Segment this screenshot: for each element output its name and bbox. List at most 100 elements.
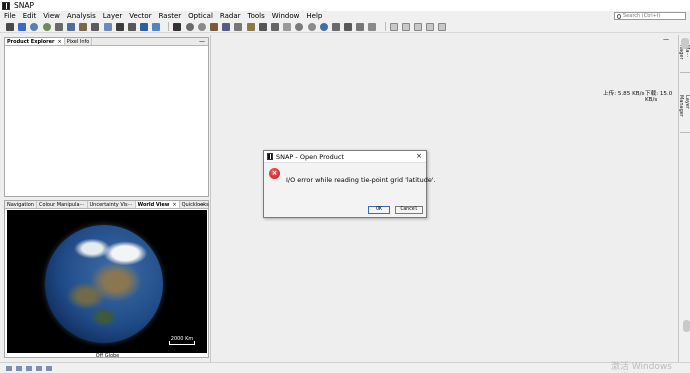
- draw-polyline-icon[interactable]: [270, 22, 279, 31]
- right-scrollbar-knob[interactable]: [683, 320, 690, 332]
- title-bar: SNAP: [0, 0, 690, 11]
- close-all-icon[interactable]: [438, 22, 447, 31]
- tile-horizontal-icon[interactable]: [389, 22, 398, 31]
- status-icon[interactable]: [46, 366, 52, 371]
- search-input[interactable]: [623, 13, 685, 19]
- close-icon[interactable]: ×: [58, 39, 62, 45]
- draw-ellipse-icon[interactable]: [307, 22, 316, 31]
- subset-icon[interactable]: [79, 22, 88, 31]
- tab-layer-manager[interactable]: Layer Manager: [678, 93, 690, 133]
- pin-tool-icon[interactable]: [210, 22, 218, 31]
- refresh-icon[interactable]: [30, 22, 39, 31]
- dialog-title: SNAP - Open Product: [276, 152, 344, 161]
- tab-label: Pixel Info: [66, 39, 90, 45]
- save-icon[interactable]: [18, 22, 27, 31]
- menu-file[interactable]: File: [0, 11, 19, 21]
- tab-label: World View: [137, 202, 170, 208]
- close-icon[interactable]: ×: [172, 202, 176, 208]
- scatter-plot-icon[interactable]: [368, 22, 377, 31]
- draw-rectangle-icon[interactable]: [283, 22, 292, 31]
- tab-uncertainty-visualisation[interactable]: Uncertainty Vis⋯: [88, 201, 136, 208]
- menu-help[interactable]: Help: [302, 11, 325, 21]
- statistics-icon[interactable]: [127, 22, 136, 31]
- snap-application-window: SNAP File Edit View Analysis Layer Vecto…: [0, 0, 690, 373]
- status-icon[interactable]: [26, 366, 32, 371]
- menu-optical[interactable]: Optical: [184, 11, 216, 21]
- graph-builder-icon[interactable]: [54, 22, 63, 31]
- tile-vertical-icon[interactable]: [401, 22, 410, 31]
- snap-logo-icon: [267, 153, 273, 160]
- dem-icon[interactable]: [103, 22, 112, 31]
- pan-tool-icon[interactable]: [185, 22, 194, 31]
- open-product-icon[interactable]: [6, 22, 14, 31]
- magic-wand-icon[interactable]: [246, 22, 255, 31]
- world-view-tabstrip: Navigation Colour Manipula⋯ Uncertainty …: [5, 201, 212, 209]
- cursor-position-label: Off Globe: [95, 353, 120, 359]
- status-icon[interactable]: [36, 366, 42, 371]
- draw-polygon-icon[interactable]: [295, 22, 304, 31]
- menu-analysis[interactable]: Analysis: [63, 11, 99, 21]
- toolbar-separator: [168, 22, 170, 31]
- open-product-error-dialog: SNAP - Open Product × × I/O error while …: [263, 150, 436, 218]
- product-library-icon[interactable]: [42, 22, 51, 31]
- cancel-button[interactable]: Cancel: [395, 206, 423, 214]
- world-view-panel: Navigation Colour Manipula⋯ Uncertainty …: [4, 200, 212, 359]
- tab-world-view[interactable]: World View ×: [135, 201, 180, 208]
- error-message: I/O error while reading tie-point grid '…: [286, 176, 436, 184]
- band-maths-icon[interactable]: [91, 22, 100, 31]
- range-finder-icon[interactable]: [234, 22, 243, 31]
- draw-line-icon[interactable]: [258, 22, 267, 31]
- tab-label: Colour Manipula⋯: [38, 202, 85, 208]
- menu-radar[interactable]: Radar: [216, 11, 244, 21]
- snap-logo-icon: [2, 1, 10, 10]
- tab-navigation[interactable]: Navigation: [5, 201, 37, 208]
- menu-vector[interactable]: Vector: [125, 11, 154, 21]
- menu-window[interactable]: Window: [268, 11, 303, 21]
- histogram-icon[interactable]: [115, 22, 124, 31]
- product-explorer-panel: Product Explorer × Pixel Info —: [4, 37, 209, 197]
- profile-icon[interactable]: [356, 22, 365, 31]
- batch-icon[interactable]: [66, 22, 75, 31]
- tab-colour-manipulation[interactable]: Colour Manipula⋯: [37, 201, 88, 208]
- world-map-icon[interactable]: [319, 22, 328, 31]
- earth-globe-icon[interactable]: [45, 225, 163, 343]
- main-toolbar: [0, 21, 690, 33]
- roi-icon[interactable]: [152, 22, 161, 31]
- status-icon[interactable]: [6, 366, 12, 371]
- tab-product-explorer[interactable]: Product Explorer ×: [5, 38, 65, 45]
- tile-evenly-icon[interactable]: [414, 22, 422, 31]
- windows-activation-watermark: 激活 Windows: [610, 362, 672, 372]
- cascade-icon[interactable]: [426, 22, 435, 31]
- product-explorer-tabstrip: Product Explorer × Pixel Info —: [5, 38, 208, 46]
- minimize-icon[interactable]: —: [199, 201, 205, 208]
- right-scrollbar-thumb[interactable]: [681, 38, 689, 49]
- search-box[interactable]: [614, 12, 686, 20]
- error-icon: ×: [269, 168, 280, 179]
- minimize-icon[interactable]: —: [663, 36, 669, 43]
- menu-raster[interactable]: Raster: [155, 11, 185, 21]
- scale-bar: [169, 341, 195, 345]
- menu-edit[interactable]: Edit: [19, 11, 40, 21]
- layer-icon[interactable]: [140, 22, 149, 31]
- tab-pixel-info[interactable]: Pixel Info: [65, 38, 93, 45]
- spectrum-icon[interactable]: [344, 22, 353, 31]
- tab-label: Uncertainty Vis⋯: [89, 202, 133, 208]
- search-icon: [617, 13, 621, 19]
- menu-view[interactable]: View: [39, 11, 63, 21]
- time-series-icon[interactable]: [331, 22, 340, 31]
- tab-label: Product Explorer: [7, 39, 55, 45]
- toolbar-separator: [384, 22, 386, 31]
- close-icon[interactable]: ×: [416, 152, 422, 160]
- world-view-canvas[interactable]: 2000 Km: [7, 210, 207, 353]
- right-side-panel-strip: Ma⋯nager Layer Manager: [678, 35, 690, 362]
- minimize-icon[interactable]: —: [199, 38, 205, 45]
- menu-tools[interactable]: Tools: [244, 11, 268, 21]
- download-speed: 下载: 15.0 KB/s: [645, 91, 673, 103]
- ok-button[interactable]: OK: [368, 206, 390, 214]
- select-tool-icon[interactable]: [173, 22, 182, 31]
- menu-layer[interactable]: Layer: [99, 11, 126, 21]
- gcp-tool-icon[interactable]: [222, 22, 231, 31]
- tab-quicklooks[interactable]: Quicklooks: [180, 201, 212, 208]
- status-icon[interactable]: [16, 366, 22, 371]
- zoom-tool-icon[interactable]: [197, 22, 206, 31]
